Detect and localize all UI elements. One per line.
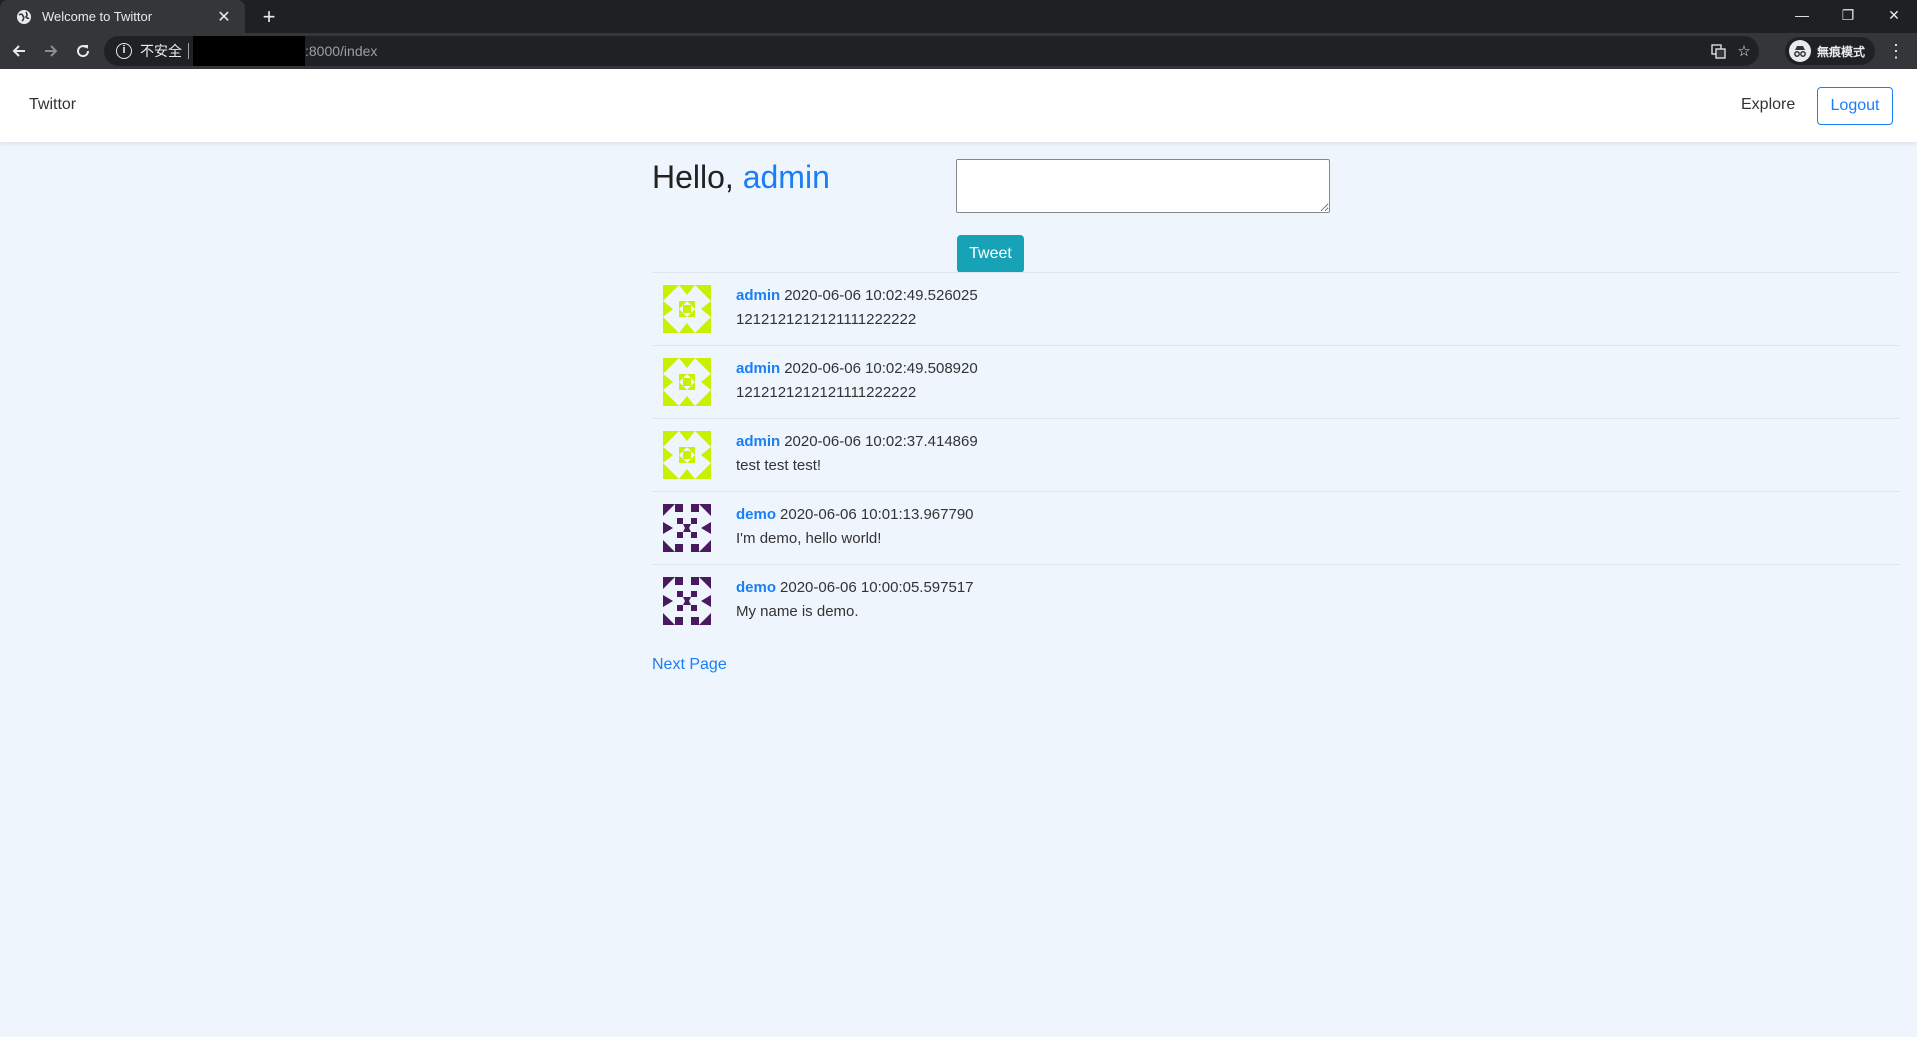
tweet-timestamp: 2020-06-06 10:02:49.508920 [784,360,978,377]
close-window-button[interactable]: ✕ [1871,0,1917,30]
tweet-item: admin 2020-06-06 10:02:49.526025 12121212… [652,272,1900,345]
redacted-host [193,36,305,66]
avatar[interactable] [663,285,711,333]
new-tab-button[interactable]: + [256,4,282,30]
tweet-author[interactable]: demo [736,506,776,523]
tweet-author[interactable]: admin [736,360,780,377]
separator [188,43,189,59]
restore-button[interactable]: ❐ [1825,0,1871,30]
translate-icon[interactable] [1706,36,1730,66]
browser-toolbar: i 不安全 :8000/index ☆ 無痕模式 ⋮ [0,33,1917,69]
tweet-item: demo 2020-06-06 10:01:13.967790 I'm demo,… [652,491,1900,564]
tweet-timestamp: 2020-06-06 10:00:05.597517 [780,579,974,596]
tweet-body: My name is demo. [736,603,859,620]
tweet-input[interactable] [956,159,1330,213]
tweet-header: demo 2020-06-06 10:01:13.967790 [736,506,974,523]
reload-icon[interactable] [70,38,96,64]
incognito-icon [1789,40,1811,62]
logout-button[interactable]: Logout [1817,87,1893,125]
avatar[interactable] [663,431,711,479]
greeting: Hello, admin [652,159,830,196]
bookmark-star-icon[interactable]: ☆ [1732,36,1756,66]
greeting-username[interactable]: admin [743,159,830,195]
tweet-body: I'm demo, hello world! [736,530,882,547]
tweet-header: demo 2020-06-06 10:00:05.597517 [736,579,974,596]
tweet-author[interactable]: admin [736,433,780,450]
tweet-feed: admin 2020-06-06 10:02:49.526025 12121212… [652,272,1900,637]
tweet-author[interactable]: admin [736,287,780,304]
avatar[interactable] [663,358,711,406]
security-label: 不安全 [140,43,182,59]
avatar[interactable] [663,577,711,625]
tweet-item: admin 2020-06-06 10:02:37.414869 test tes… [652,418,1900,491]
site-navbar: Twittor Explore Logout [0,69,1917,142]
browser-tab[interactable]: Welcome to Twittor ✕ [0,0,245,33]
page: Twittor Explore Logout Hello, admin Twee… [0,69,1917,1037]
tweet-button[interactable]: Tweet [957,235,1024,273]
close-tab-icon[interactable]: ✕ [215,7,233,27]
tweet-header: admin 2020-06-06 10:02:49.526025 [736,287,978,304]
greeting-prefix: Hello, [652,159,734,195]
tweet-header: admin 2020-06-06 10:02:37.414869 [736,433,978,450]
address-bar[interactable]: i 不安全 :8000/index ☆ [104,36,1759,66]
tweet-timestamp: 2020-06-06 10:02:37.414869 [784,433,978,450]
tweet-body: 1212121212121111222222 [736,311,917,328]
tweet-timestamp: 2020-06-06 10:01:13.967790 [780,506,974,523]
incognito-indicator[interactable]: 無痕模式 [1785,37,1875,65]
globe-icon [16,9,32,25]
tweet-header: admin 2020-06-06 10:02:49.508920 [736,360,978,377]
avatar[interactable] [663,504,711,552]
back-icon[interactable] [6,38,32,64]
tweet-body: 1212121212121111222222 [736,384,917,401]
tab-title: Welcome to Twittor [42,9,153,24]
minimize-button[interactable]: — [1779,0,1825,30]
tweet-item: admin 2020-06-06 10:02:49.508920 12121212… [652,345,1900,418]
brand-link[interactable]: Twittor [29,96,76,114]
tweet-author[interactable]: demo [736,579,776,596]
browser-tabstrip: Welcome to Twittor ✕ + — ❐ ✕ [0,0,1917,33]
next-page-link[interactable]: Next Page [652,656,727,674]
tweet-timestamp: 2020-06-06 10:02:49.526025 [784,287,978,304]
browser-menu-icon[interactable]: ⋮ [1886,38,1906,64]
tweet-item: demo 2020-06-06 10:00:05.597517 My name i… [652,564,1900,637]
url-text: :8000/index [305,43,378,59]
tweet-body: test test test! [736,457,822,474]
forward-icon[interactable] [38,38,64,64]
explore-link[interactable]: Explore [1741,96,1795,114]
info-icon[interactable]: i [116,43,132,59]
incognito-label: 無痕模式 [1817,44,1866,59]
